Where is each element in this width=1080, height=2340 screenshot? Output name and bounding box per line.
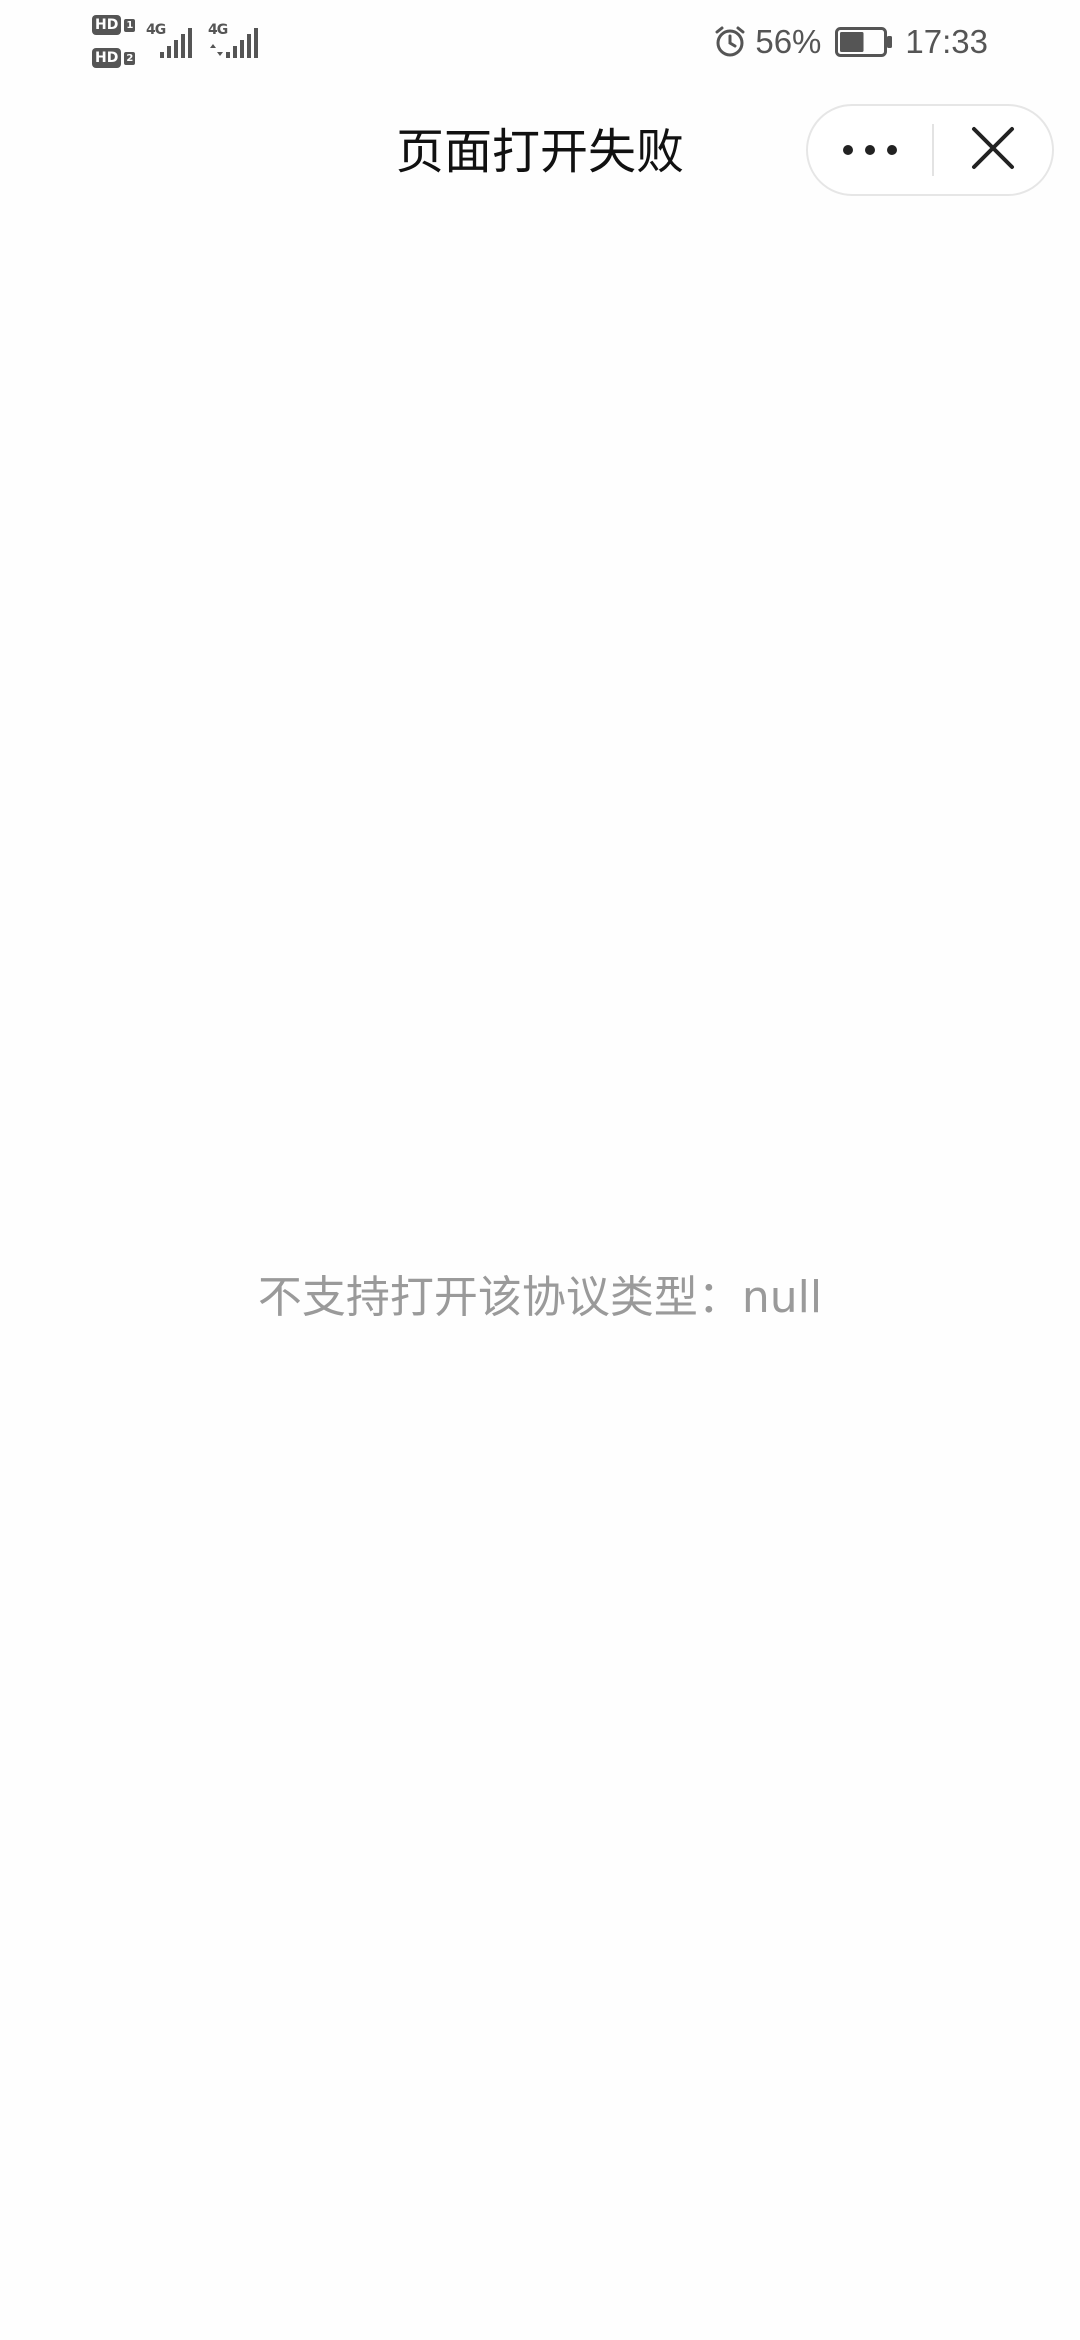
more-button[interactable] [808, 106, 932, 194]
alarm-icon [713, 25, 747, 59]
screen: HD 1 HD 2 4G 4G 56% 17:33 页面打开失败 不支持打开该协… [0, 0, 1080, 2340]
sim-index: 2 [124, 51, 136, 65]
battery-percent: 56% [755, 23, 822, 60]
hd-label: HD [92, 15, 122, 35]
system-status: 56% 17:33 [713, 18, 988, 66]
more-icon [842, 141, 898, 160]
close-button[interactable] [934, 106, 1052, 194]
hd-label: HD [92, 48, 122, 68]
clock-time: 17:33 [905, 23, 988, 60]
sim-index: 1 [124, 18, 136, 32]
hd-badge-sim2: HD 2 [92, 47, 138, 69]
error-message: 不支持打开该协议类型：null [257, 1272, 823, 1323]
battery-icon [835, 27, 893, 57]
hd-badge-sim1: HD 1 [92, 14, 138, 36]
mini-program-capsule [806, 104, 1054, 196]
close-icon [971, 126, 1015, 174]
nav-bar: 页面打开失败 [0, 84, 1080, 220]
status-bar: HD 1 HD 2 4G 4G 56% 17:33 [0, 0, 1080, 84]
